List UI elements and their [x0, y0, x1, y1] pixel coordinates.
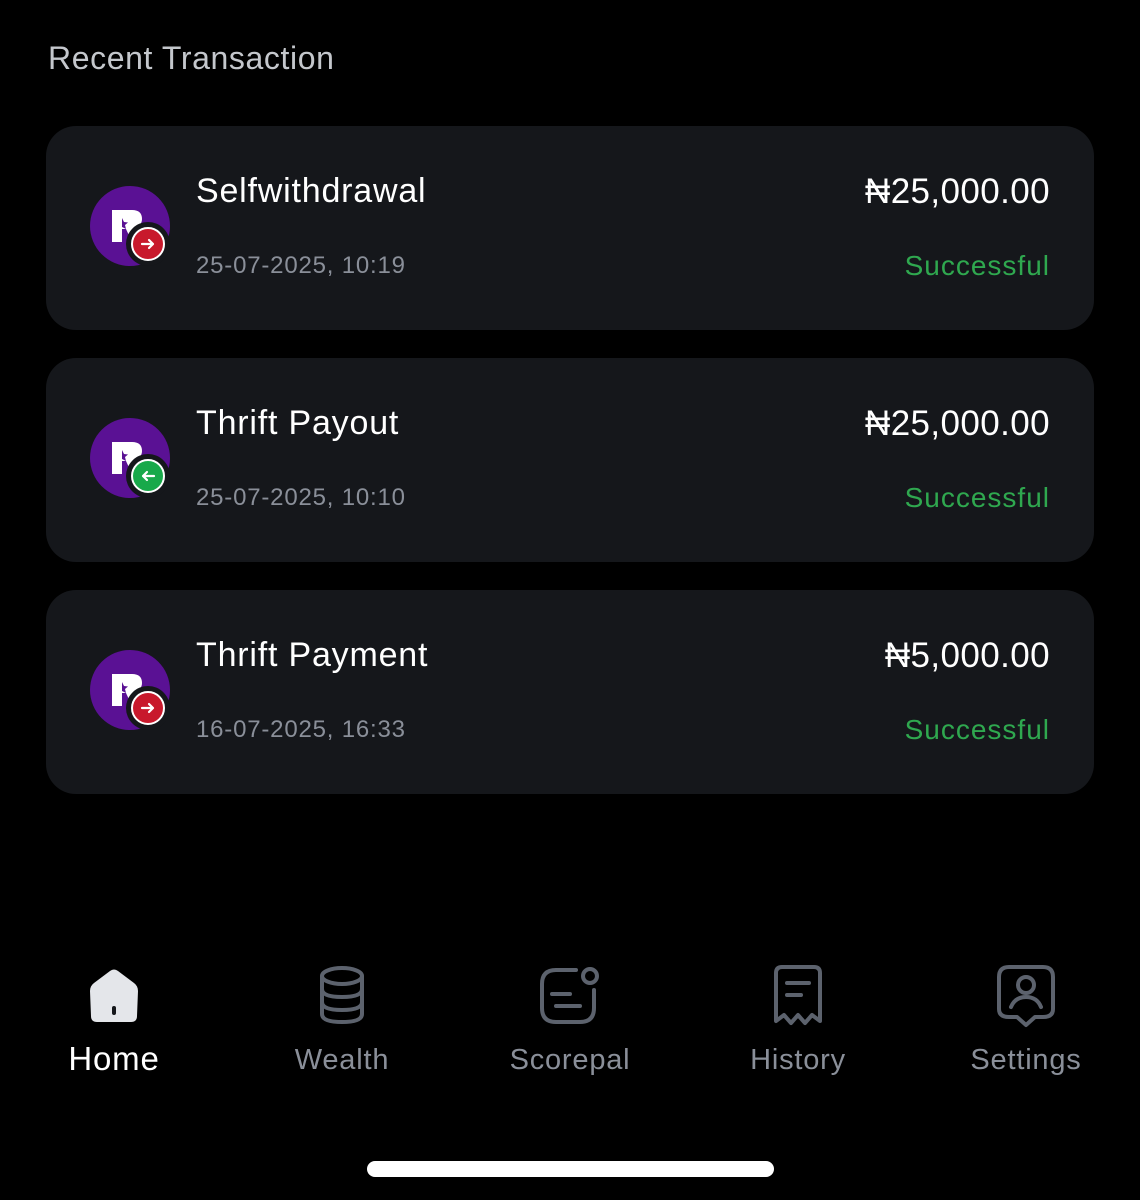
status-badge: Successful — [904, 482, 1050, 513]
arrow-right-icon — [131, 227, 165, 261]
transaction-card[interactable]: Selfwithdrawal 25-07-2025, 10:19 ₦25,000… — [46, 126, 1094, 330]
home-indicator[interactable] — [367, 1161, 774, 1177]
nav-label-settings: Settings — [970, 1044, 1082, 1076]
screen: Recent Transaction Selfwithdrawal 25-07-… — [0, 0, 1140, 1200]
transaction-date: 25-07-2025, 10:19 — [196, 252, 406, 279]
nav-item-settings[interactable]: Settings — [926, 960, 1126, 1090]
coins-stack-icon — [306, 960, 378, 1032]
transaction-date: 16-07-2025, 16:33 — [196, 716, 406, 743]
status-badge: Successful — [904, 250, 1050, 281]
transaction-amount: ₦25,000.00 — [865, 404, 1050, 443]
direction-badge — [126, 454, 170, 498]
receipt-icon — [762, 960, 834, 1032]
transaction-name: Thrift Payout — [196, 404, 400, 442]
bottom-nav: Home Wealth Scorepal History Settings — [0, 960, 1140, 1100]
transaction-amount: ₦5,000.00 — [884, 636, 1050, 675]
section-title: Recent Transaction — [48, 40, 335, 76]
transaction-card[interactable]: Thrift Payout 25-07-2025, 10:10 ₦25,000.… — [46, 358, 1094, 562]
direction-badge — [126, 222, 170, 266]
status-badge: Successful — [904, 714, 1050, 745]
arrow-right-icon — [131, 691, 165, 725]
arrow-left-icon — [131, 459, 165, 493]
nav-item-history[interactable]: History — [698, 960, 898, 1090]
direction-badge — [126, 686, 170, 730]
user-profile-icon — [990, 960, 1062, 1032]
transaction-name: Selfwithdrawal — [196, 172, 427, 210]
nav-label-scorepal: Scorepal — [509, 1044, 631, 1076]
nav-label-wealth: Wealth — [294, 1044, 390, 1076]
transaction-date: 25-07-2025, 10:10 — [196, 484, 406, 511]
nav-label-history: History — [750, 1044, 846, 1076]
nav-item-scorepal[interactable]: Scorepal — [470, 960, 670, 1090]
transaction-amount: ₦25,000.00 — [865, 172, 1050, 211]
chat-bubble-icon — [534, 960, 606, 1032]
transaction-list: Selfwithdrawal 25-07-2025, 10:19 ₦25,000… — [46, 126, 1094, 822]
transaction-card[interactable]: Thrift Payment 16-07-2025, 16:33 ₦5,000.… — [46, 590, 1094, 794]
home-icon — [78, 960, 150, 1032]
nav-label-home: Home — [68, 1040, 160, 1077]
nav-item-home[interactable]: Home — [14, 960, 214, 1090]
transaction-name: Thrift Payment — [196, 636, 429, 674]
nav-item-wealth[interactable]: Wealth — [242, 960, 442, 1090]
